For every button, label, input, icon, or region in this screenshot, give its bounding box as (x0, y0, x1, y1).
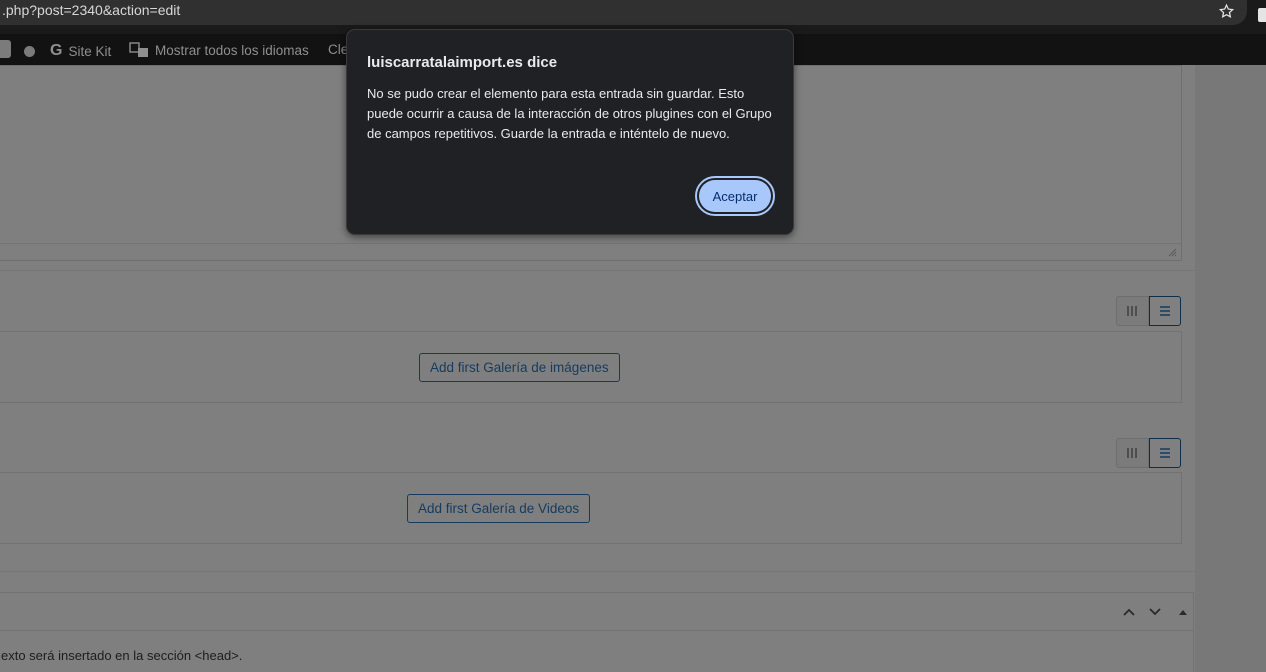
list-icon (1159, 448, 1170, 458)
add-image-gallery-button[interactable]: Add first Galería de imágenes (419, 353, 620, 382)
alert-dialog: luiscarratalaimport.es dice No se pudo c… (346, 29, 794, 235)
columns-view-button[interactable] (1116, 438, 1149, 468)
languages-menu-item[interactable]: Mostrar todos los idiomas (129, 42, 309, 58)
list-view-button[interactable] (1148, 296, 1181, 326)
accept-button-label: Aceptar (699, 180, 771, 212)
bookmark-star-icon[interactable] (1218, 3, 1235, 20)
editor-status-bar (0, 243, 1181, 260)
list-view-button[interactable] (1148, 438, 1181, 468)
divider (0, 270, 1195, 271)
url-text[interactable]: .php?post=2340&action=edit (2, 2, 180, 18)
columns-view-button[interactable] (1116, 296, 1149, 326)
translate-icon (129, 42, 148, 57)
languages-label: Mostrar todos los idiomas (155, 42, 309, 58)
view-toggle-images (1116, 296, 1181, 326)
view-toggle-videos (1116, 438, 1181, 468)
status-dot-icon (24, 46, 35, 57)
list-icon (1159, 306, 1170, 316)
chevron-down-icon[interactable] (1147, 604, 1163, 620)
metabox-description: exto será insertado en la sección <head>… (1, 648, 243, 663)
accept-button[interactable]: Aceptar (695, 176, 775, 216)
collapse-triangle-icon[interactable] (1175, 604, 1191, 620)
resize-handle-icon[interactable] (1168, 248, 1177, 257)
repeater-videos: Add first Galería de Videos (0, 472, 1182, 544)
repeater-images: Add first Galería de imágenes (0, 331, 1182, 403)
extension-icon[interactable] (1258, 8, 1266, 22)
sitekit-menu-item[interactable]: G Site Kit (50, 42, 111, 60)
header-code-metabox: exto será insertado en la sección <head>… (0, 592, 1194, 672)
dialog-message: No se pudo crear el elemento para esta e… (367, 86, 772, 141)
address-bar[interactable]: .php?post=2340&action=edit (0, 0, 1247, 25)
yoast-icon[interactable] (0, 40, 11, 58)
columns-icon (1127, 448, 1137, 458)
metabox-header (0, 593, 1193, 631)
divider (0, 571, 1195, 572)
add-video-gallery-button[interactable]: Add first Galería de Videos (407, 494, 591, 523)
google-icon: G (50, 42, 63, 59)
dialog-title: luiscarratalaimport.es dice (367, 54, 558, 71)
chevron-up-icon[interactable] (1121, 604, 1137, 620)
right-gutter (1195, 65, 1266, 672)
sitekit-label: Site Kit (68, 43, 112, 59)
columns-icon (1127, 306, 1137, 316)
